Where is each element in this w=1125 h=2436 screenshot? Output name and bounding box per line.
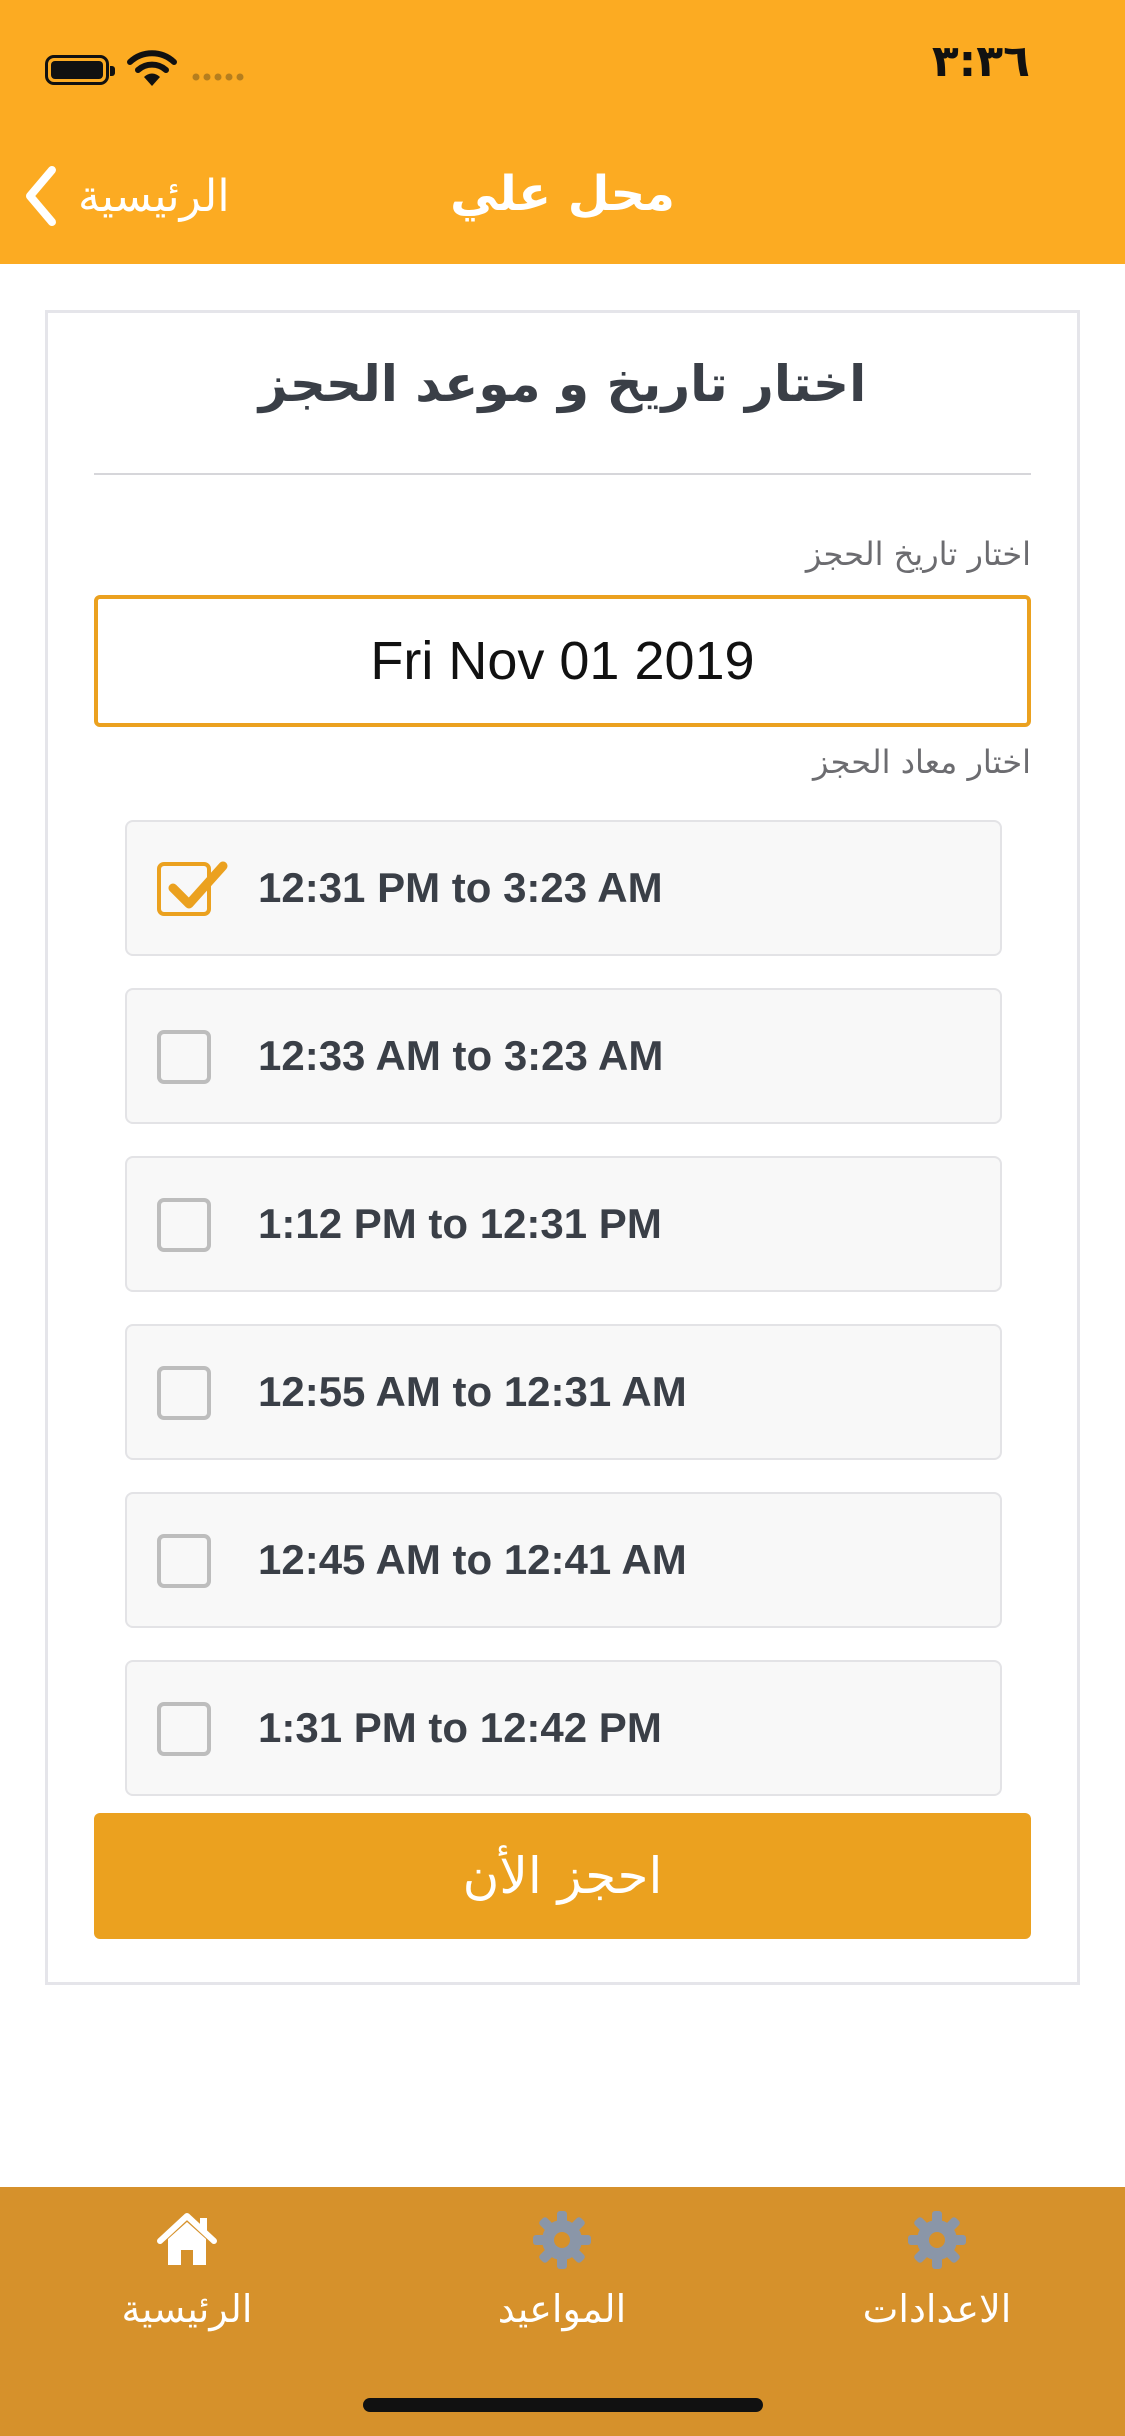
status-bar: ٣:٣٦ (0, 0, 1125, 130)
time-slot-label: 12:31 PM to 3:23 AM (258, 864, 663, 911)
wifi-icon (127, 50, 177, 86)
date-picker-field[interactable]: Fri Nov 01 2019 (94, 595, 1031, 727)
gear-icon (908, 2211, 966, 2269)
tab-home[interactable]: الرئيسية (47, 2207, 327, 2331)
booking-card: اختار تاريخ و موعد الحجز اختار تاريخ الح… (45, 310, 1080, 1985)
gear-icon (533, 2211, 591, 2269)
tab-appointments[interactable]: المواعيد (422, 2207, 702, 2331)
status-time: ٣:٣٦ (931, 36, 1030, 87)
date-label: اختار تاريخ الحجز (805, 535, 1031, 573)
card-title: اختار تاريخ و موعد الحجز (258, 355, 867, 413)
checkbox[interactable] (157, 1030, 211, 1084)
book-now-button[interactable]: احجز الأن (94, 1813, 1031, 1939)
time-slot-2[interactable]: 12:33 AM to 3:23 AM (125, 988, 1002, 1124)
time-slot-6[interactable]: 1:31 PM to 12:42 PM (125, 1660, 1002, 1796)
tab-label: الاعدادات (862, 2287, 1012, 2331)
tab-label: الرئيسية (121, 2287, 253, 2331)
page-title: محل علي (450, 166, 675, 222)
signal-icon (192, 73, 244, 81)
checkbox[interactable] (157, 1534, 211, 1588)
time-slot-1[interactable]: 12:31 PM to 3:23 AM (125, 820, 1002, 956)
tab-label: المواعيد (497, 2287, 627, 2331)
time-slot-label: 12:55 AM to 12:31 AM (258, 1368, 687, 1415)
home-icon (157, 2213, 217, 2265)
time-slot-label: 12:45 AM to 12:41 AM (258, 1536, 687, 1583)
home-indicator (363, 2398, 763, 2412)
time-slot-label: 12:33 AM to 3:23 AM (258, 1032, 664, 1079)
divider (94, 473, 1031, 475)
checkmark-icon (168, 861, 228, 909)
checkbox[interactable] (157, 1702, 211, 1756)
time-slot-4[interactable]: 12:55 AM to 12:31 AM (125, 1324, 1002, 1460)
checkbox[interactable] (157, 1198, 211, 1252)
time-slot-label: 1:12 PM to 12:31 PM (258, 1200, 662, 1247)
checkbox[interactable] (157, 1366, 211, 1420)
tab-settings[interactable]: الاعدادات (797, 2207, 1077, 2331)
time-slot-3[interactable]: 1:12 PM to 12:31 PM (125, 1156, 1002, 1292)
time-label: اختار معاد الحجز (812, 743, 1031, 781)
checkbox-checked[interactable] (157, 861, 228, 916)
time-slot-label: 1:31 PM to 12:42 PM (258, 1704, 662, 1751)
time-slot-5[interactable]: 12:45 AM to 12:41 AM (125, 1492, 1002, 1628)
battery-icon (45, 55, 115, 85)
navigation-bar: الرئيسية محل علي (0, 130, 1125, 264)
